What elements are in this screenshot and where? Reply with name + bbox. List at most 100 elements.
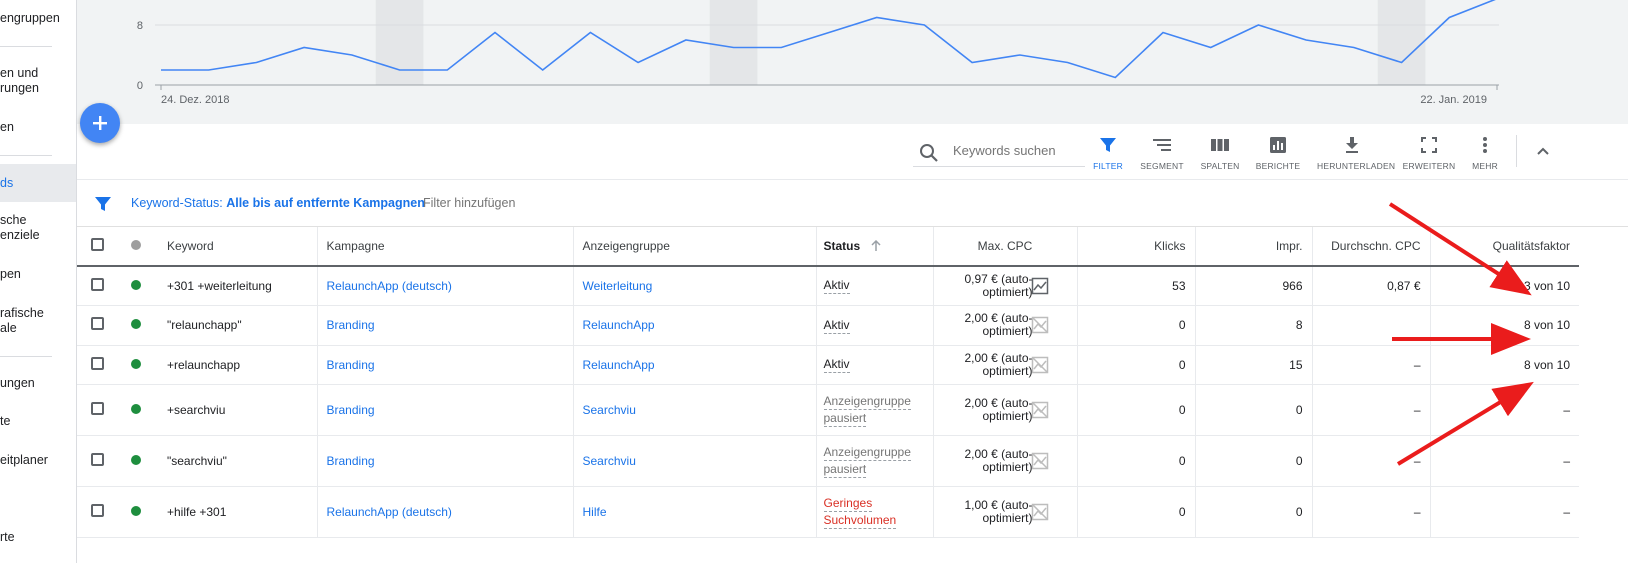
cell-max-cpc[interactable]: 0,97 € (auto-optimiert) [932,266,1077,306]
cell-status[interactable]: Geringes Suchvolumen [815,486,933,538]
header-quality-score[interactable]: Qualitätsfaktor [1429,227,1579,267]
keyword-search[interactable] [913,138,1085,167]
status-text: Geringes [823,495,873,512]
nav-item-adgroups[interactable]: engruppen [0,11,76,26]
cell-max-cpc[interactable]: 2,00 € (auto-optimiert) [932,384,1077,436]
campaign-link[interactable]: Branding [327,318,375,332]
row-checkbox[interactable] [90,503,104,517]
row-status-dot [117,266,167,306]
header-status[interactable]: Status [815,227,933,267]
cell-keyword[interactable]: +301 +weiterleitung [167,266,317,306]
chart-disabled-icon[interactable] [1031,356,1049,374]
row-checkbox-cell[interactable] [77,384,117,436]
status-dot-header [117,227,167,267]
cell-keyword[interactable]: +relaunchapp [167,345,317,385]
nav-item-en[interactable]: en [0,120,76,135]
cell-keyword[interactable]: +hilfe +301 [167,486,317,538]
header-impressions[interactable]: Impr. [1194,227,1312,267]
header-avg-cpc[interactable]: Durchschn. CPC [1311,227,1430,267]
enabled-dot-icon [131,319,141,329]
cell-max-cpc[interactable]: 2,00 € (auto-optimiert) [932,435,1077,487]
row-checkbox-cell[interactable] [77,486,117,538]
adgroup-link[interactable]: RelaunchApp [583,358,655,372]
chart-disabled-icon[interactable] [1031,452,1049,470]
cell-impressions: 0 [1194,486,1312,538]
table-row[interactable]: +301 +weiterleitung RelaunchApp (deutsch)… [77,266,1579,306]
row-checkbox-cell[interactable] [77,345,117,385]
adgroup-link[interactable]: Weiterleitung [583,279,653,293]
nav-item-settings[interactable]: ungen [0,376,76,391]
row-checkbox-cell[interactable] [77,305,117,346]
max-cpc-note: optimiert) [982,284,1033,299]
campaign-link[interactable]: Branding [327,358,375,372]
row-checkbox-cell[interactable] [77,435,117,487]
search-input[interactable] [951,142,1085,159]
campaign-link[interactable]: Branding [327,454,375,468]
chart-icon[interactable] [1031,277,1049,295]
row-checkbox[interactable] [90,277,104,291]
table-row[interactable]: "searchviu" Branding Searchviu Anzeigengrup… [77,435,1579,487]
columns-icon [1211,139,1229,151]
chart-disabled-icon[interactable] [1031,401,1049,419]
cell-keyword[interactable]: "relaunchapp" [167,305,317,346]
cell-max-cpc[interactable]: 1,00 € (auto-optimiert) [932,486,1077,538]
nav-item-rte[interactable]: rte [0,530,76,545]
nav-item-extensions[interactable]: en und rungen [0,66,76,96]
chart-disabled-icon[interactable] [1031,316,1049,334]
cell-keyword[interactable]: "searchviu" [167,435,317,487]
reports-button[interactable]: BERICHTE [1243,136,1313,171]
adgroup-link[interactable]: RelaunchApp [583,318,655,332]
campaign-link[interactable]: RelaunchApp (deutsch) [327,279,452,293]
cell-status[interactable]: Anzeigengruppe pausiert [815,384,933,436]
cell-max-cpc[interactable]: 2,00 € (auto-optimiert) [932,305,1077,346]
add-keyword-button[interactable] [80,103,120,143]
nav-item-geographic[interactable]: rafische ale [0,306,76,336]
cell-impressions: 0 [1194,384,1312,436]
header-campaign[interactable]: Kampagne [316,227,573,267]
expand-icon [1421,137,1437,153]
add-filter-link[interactable]: Filter hinzufügen [423,196,515,210]
collapse-button[interactable] [1535,143,1551,164]
header-max-cpc[interactable]: Max. CPC [932,227,1077,267]
cell-status[interactable]: Aktiv [815,345,933,385]
campaign-link[interactable]: Branding [327,403,375,417]
nav-item-keywords[interactable]: ds [0,164,76,202]
nav-item-groups[interactable]: pen [0,267,76,282]
weekend-band [375,0,424,85]
y-tick-label: 8 [137,20,143,32]
filter-icon [95,197,111,211]
select-all-checkbox[interactable] [90,238,104,251]
adgroup-link[interactable]: Hilfe [583,505,607,519]
header-adgroup[interactable]: Anzeigengruppe [572,227,816,267]
cell-keyword[interactable]: +searchviu [167,384,317,436]
select-all-checkbox-cell[interactable] [77,227,117,267]
cell-status[interactable]: Aktiv [815,266,933,306]
row-checkbox-cell[interactable] [77,266,117,306]
cell-impressions: 966 [1194,266,1312,306]
row-checkbox[interactable] [90,356,104,370]
download-button[interactable]: HERUNTERLADEN [1317,136,1395,171]
table-row[interactable]: "relaunchapp" Branding RelaunchApp Aktiv 2,0… [77,305,1579,346]
adgroup-link[interactable]: Searchviu [583,454,636,468]
cell-adgroup: RelaunchApp [572,305,816,346]
table-row[interactable]: +relaunchapp Branding RelaunchApp Aktiv 2,00… [77,345,1579,385]
table-row[interactable]: +hilfe +301 RelaunchApp (deutsch) Hilfe Ger… [77,486,1579,538]
more-button[interactable]: MEHR [1450,136,1520,171]
cell-quality-score: 8 von 10 [1429,345,1579,385]
row-checkbox[interactable] [90,401,104,415]
active-filter-chip[interactable]: Keyword-Status: Alle bis auf entfernte K… [131,196,425,210]
cell-status[interactable]: Aktiv [815,305,933,346]
chart-disabled-icon[interactable] [1031,503,1049,521]
nav-item-demographics[interactable]: sche enziele [0,213,76,243]
cell-status[interactable]: Anzeigengruppe pausiert [815,435,933,487]
row-checkbox[interactable] [90,317,104,330]
nav-item-planner[interactable]: eitplaner [0,453,76,468]
adgroup-link[interactable]: Searchviu [583,403,636,417]
header-keyword[interactable]: Keyword [167,227,317,267]
campaign-link[interactable]: RelaunchApp (deutsch) [327,505,452,519]
nav-item-te[interactable]: te [0,414,76,429]
row-checkbox[interactable] [90,452,104,466]
cell-max-cpc[interactable]: 2,00 € (auto-optimiert) [932,345,1077,385]
table-row[interactable]: +searchviu Branding Searchviu Anzeigengrupp… [77,384,1579,436]
header-clicks[interactable]: Klicks [1076,227,1195,267]
